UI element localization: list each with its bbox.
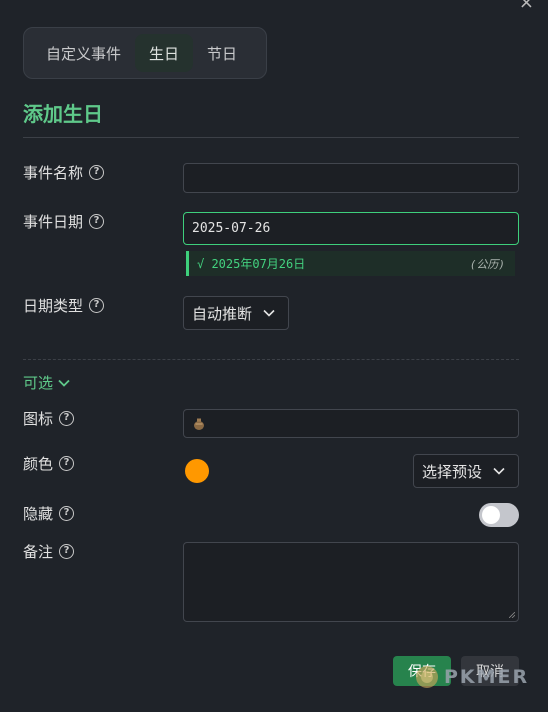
event-date-label-row: 事件日期 ? [23,211,105,232]
date-type-select[interactable]: 自动推断 [183,296,289,330]
note-label-row: 备注 ? [23,541,75,562]
chevron-down-icon [493,467,505,475]
optional-label: 可选 [23,374,54,392]
tab-birthday[interactable]: 生日 [135,34,194,72]
event-type-tabs: 自定义事件 生日 节日 [23,27,267,79]
amphora-icon [194,418,204,430]
hidden-label: 隐藏 [23,505,54,523]
close-button[interactable]: × [519,0,534,12]
event-name-label: 事件名称 [23,164,84,182]
tab-custom-event[interactable]: 自定义事件 [32,34,135,72]
color-label-row: 颜色 ? [23,453,75,474]
help-icon[interactable]: ? [59,544,75,559]
color-preset-select[interactable]: 选择预设 [413,454,519,488]
hidden-toggle[interactable] [479,503,519,527]
chevron-down-icon [263,309,275,317]
note-label: 备注 [23,543,54,561]
icon-label: 图标 [23,410,54,428]
date-type-label: 日期类型 [23,297,84,315]
pkmer-logo-icon [416,666,438,688]
note-textarea[interactable] [183,542,519,622]
event-name-input[interactable] [183,163,519,193]
date-parse-hint: √ 2025年07月26日 (公历) [186,251,515,276]
event-name-label-row: 事件名称 ? [23,162,105,183]
help-icon[interactable]: ? [89,298,105,313]
icon-input[interactable] [183,409,519,438]
parsed-date: √ 2025年07月26日 [197,257,306,271]
date-type-value: 自动推断 [192,304,253,323]
title-divider [23,137,519,138]
hidden-label-row: 隐藏 ? [23,503,75,524]
help-icon[interactable]: ? [89,214,105,229]
date-type-label-row: 日期类型 ? [23,295,105,316]
help-icon[interactable]: ? [59,506,75,521]
color-preset-label: 选择预设 [422,462,483,481]
color-label: 颜色 [23,455,54,473]
help-icon[interactable]: ? [59,456,75,471]
page-title: 添加生日 [23,102,103,126]
help-icon[interactable]: ? [89,165,105,180]
event-date-value: 2025-07-26 [192,221,271,236]
event-date-input[interactable]: 2025-07-26 [183,212,519,245]
calendar-type: (公历) [469,257,505,271]
help-icon[interactable]: ? [59,411,75,426]
toggle-knob [482,506,500,524]
color-swatch[interactable] [185,459,209,483]
optional-toggle[interactable]: 可选 [23,372,71,393]
tab-holiday[interactable]: 节日 [193,34,251,72]
resize-handle-icon[interactable] [509,612,515,618]
chevron-down-icon [58,379,70,387]
icon-label-row: 图标 ? [23,408,75,429]
section-divider [23,359,519,360]
watermark-text: PKMER [444,666,530,688]
event-date-label: 事件日期 [23,213,84,231]
watermark: PKMER [414,664,529,690]
